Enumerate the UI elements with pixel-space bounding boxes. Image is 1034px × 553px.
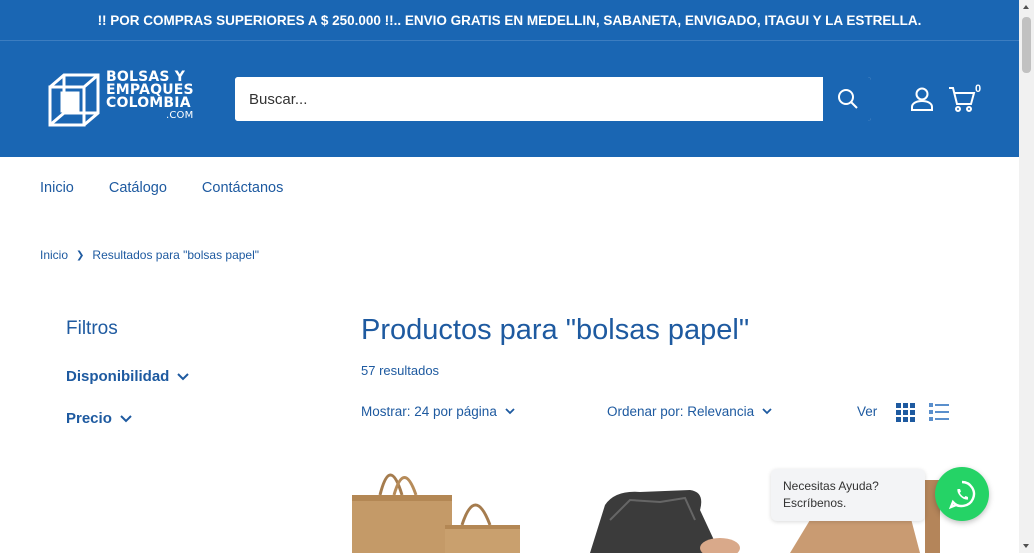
chat-bubble[interactable]: Necesitas Ayuda? Escríbenos. (771, 469, 925, 521)
filter-availability[interactable]: Disponibilidad (66, 368, 190, 385)
search-form (235, 77, 871, 121)
account-icon[interactable] (909, 86, 935, 112)
filters-title: Filtros (66, 318, 118, 339)
announcement-bar: !! POR COMPRAS SUPERIORES A $ 250.000 !!… (0, 0, 1019, 41)
search-button[interactable] (823, 77, 871, 121)
results-count: 57 resultados (361, 363, 440, 378)
scrollbar-thumb[interactable] (1022, 17, 1031, 73)
announcement-text: !! POR COMPRAS SUPERIORES A $ 250.000 !!… (97, 12, 922, 28)
chevron-down-icon (177, 372, 190, 380)
logo[interactable]: BOLSAS Y EMPAQUES COLOMBIA .COM (46, 69, 196, 131)
list-view-icon[interactable] (929, 403, 949, 422)
whatsapp-button[interactable] (935, 467, 989, 521)
sort-select[interactable]: Ordenar por: Relevancia (607, 404, 772, 419)
main-nav: Inicio Catálogo Contáctanos (40, 180, 318, 196)
breadcrumb-current: Resultados para "bolsas papel" (92, 248, 260, 262)
breadcrumb-home[interactable]: Inicio (40, 248, 68, 262)
search-input[interactable] (235, 77, 823, 121)
chat-line-2: Escríbenos. (783, 496, 847, 510)
chevron-down-icon (505, 408, 515, 415)
sort-label: Ordenar por: Relevancia (607, 404, 755, 419)
view-label: Ver (857, 404, 878, 419)
grid-view-icon[interactable] (896, 403, 915, 422)
breadcrumb: Inicio ❯ Resultados para "bolsas papel" (40, 248, 259, 262)
scroll-up-icon[interactable] (1023, 5, 1029, 9)
filter-availability-label: Disponibilidad (66, 368, 170, 385)
product-image-trash-bag[interactable] (570, 460, 745, 553)
filter-price[interactable]: Precio (66, 410, 132, 427)
nav-item-inicio[interactable]: Inicio (40, 180, 74, 196)
cart-icon[interactable] (948, 85, 976, 113)
search-icon (837, 89, 858, 109)
product-image-kraft-bags[interactable] (350, 460, 528, 553)
filter-price-label: Precio (66, 410, 112, 427)
chevron-down-icon (762, 408, 772, 415)
logo-icon (48, 73, 100, 127)
logo-line-3: COLOMBIA (106, 95, 191, 111)
show-per-page-label: Mostrar: 24 por página (361, 404, 497, 419)
chevron-down-icon (120, 414, 132, 422)
chevron-right-icon: ❯ (76, 249, 85, 261)
page-scrollbar[interactable] (1019, 0, 1034, 553)
logo-text: BOLSAS Y EMPAQUES COLOMBIA .COM (106, 70, 194, 121)
page-title: Productos para "bolsas papel" (361, 314, 750, 346)
site-header: BOLSAS Y EMPAQUES COLOMBIA .COM 0 (0, 41, 1019, 157)
nav-item-catalogo[interactable]: Catálogo (109, 180, 167, 196)
cart-count: 0 (975, 83, 982, 95)
whatsapp-icon (948, 480, 976, 509)
chat-line-1: Necesitas Ayuda? (783, 479, 879, 493)
logo-line-4: .COM (166, 110, 194, 121)
show-per-page-select[interactable]: Mostrar: 24 por página (361, 404, 515, 419)
nav-item-contactanos[interactable]: Contáctanos (202, 180, 283, 196)
scroll-down-icon[interactable] (1023, 544, 1029, 548)
